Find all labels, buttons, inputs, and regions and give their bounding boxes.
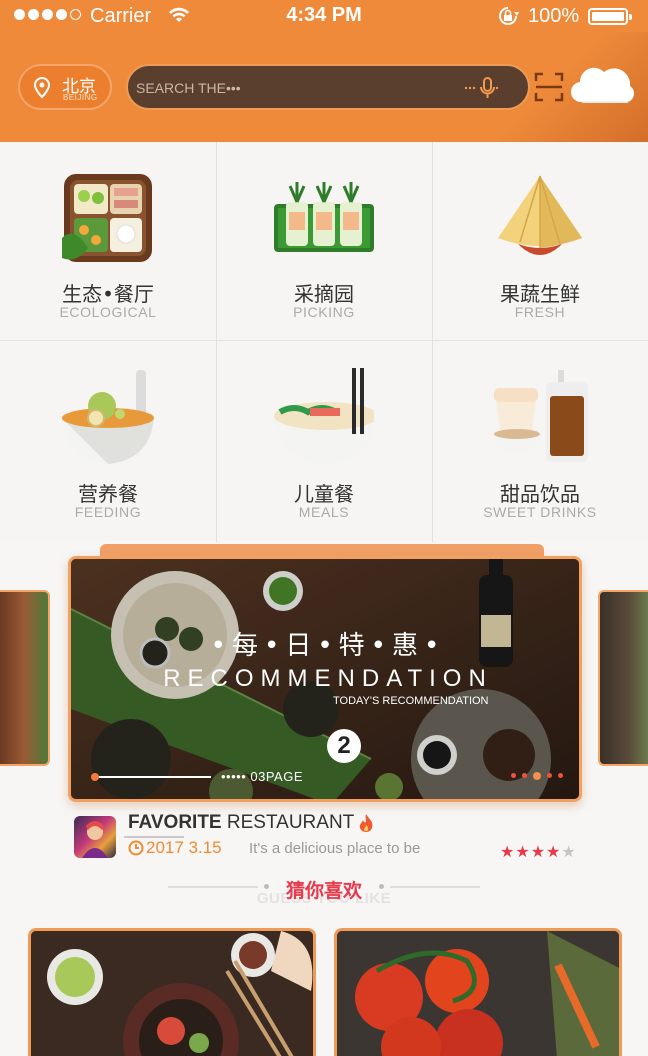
scan-icon[interactable] <box>534 72 564 102</box>
carousel-dots[interactable] <box>511 772 563 780</box>
battery-percent: 100% <box>528 5 580 27</box>
location-pin-icon <box>33 76 51 99</box>
recommendation-card[interactable] <box>334 928 622 1056</box>
daily-special-banner[interactable]: •每•日•特•惠• RECOMMENDATION TODAY'S RECOMME… <box>68 556 582 802</box>
category-ecological[interactable]: 生态•餐厅 ECOLOGICAL <box>0 142 216 342</box>
straw-hat-icon <box>498 175 582 255</box>
category-title-cn: 儿童餐 <box>294 482 354 506</box>
category-title-cn: 营养餐 <box>78 482 138 506</box>
drinks-icon <box>494 370 588 462</box>
city-selector-button[interactable]: 北京 BEIJING <box>18 64 112 110</box>
banner-subtitle: TODAY'S RECOMMENDATION <box>333 695 489 707</box>
vegetable-planter-icon <box>274 182 374 252</box>
banner-number-badge: 2 <box>327 729 361 763</box>
category-title-en: FRESH <box>514 304 566 320</box>
search-input[interactable] <box>136 76 436 100</box>
category-title-en: ECOLOGICAL <box>59 304 157 320</box>
clock-icon <box>128 840 144 856</box>
category-title-cn: 生态•餐厅 <box>62 282 154 306</box>
banner-progress-bar <box>91 773 211 781</box>
category-meals[interactable]: 儿童餐 MEALS <box>216 342 432 542</box>
app-header: 北京 BEIJING <box>0 32 648 142</box>
restaurant-description: It's a delicious place to be <box>249 840 421 857</box>
microphone-icon[interactable] <box>464 76 500 100</box>
restaurant-date: 2017 3.15 <box>146 838 222 857</box>
rating-stars: ★★★★★ <box>500 844 577 861</box>
card-food-image <box>337 931 619 1056</box>
category-feeding[interactable]: 营养餐 FEEDING <box>0 342 216 542</box>
category-sweet-drinks[interactable]: 甜品饮品 SWEET DRINKS <box>432 342 648 542</box>
status-bar: Carrier 4:34 PM 100% <box>0 0 648 32</box>
carousel-next-card[interactable] <box>598 590 648 766</box>
banner-page-indicator: ••••• 03PAGE <box>221 769 303 784</box>
recommendation-card[interactable] <box>28 928 316 1056</box>
bento-box-icon <box>62 174 152 262</box>
fire-icon <box>359 814 373 832</box>
restaurant-name: FAVORITE RESTAURANT <box>128 812 355 833</box>
category-title-cn: 甜品饮品 <box>500 482 580 506</box>
restaurant-avatar <box>74 816 116 858</box>
noodle-bowl-icon <box>274 368 374 464</box>
category-title-cn: 采摘园 <box>294 282 354 306</box>
carousel-prev-card[interactable] <box>0 590 50 766</box>
category-title-en: PICKING <box>293 304 355 320</box>
category-fresh[interactable]: 果蔬生鲜 FRESH <box>432 142 648 342</box>
featured-restaurant[interactable]: FAVORITE RESTAURANT 2017 3.15 It's a del… <box>0 808 648 868</box>
soup-bowl-icon <box>62 370 154 464</box>
city-name-en: BEIJING <box>63 93 98 102</box>
banner-title-cn: •每•日•特•惠• <box>210 631 446 661</box>
cloud-icon[interactable] <box>568 60 638 110</box>
search-bar[interactable] <box>126 64 530 110</box>
restaurant-avatar-image <box>82 821 108 858</box>
category-title-en: MEALS <box>298 504 350 520</box>
rotation-lock-icon <box>499 7 519 25</box>
card-food-image <box>31 931 313 1056</box>
battery-icon <box>588 8 632 25</box>
category-title-en: FEEDING <box>74 504 142 520</box>
category-grid: 生态•餐厅 ECOLOGICAL 采摘园 PICKING 果蔬生鲜 FRESH … <box>0 142 648 542</box>
category-picking[interactable]: 采摘园 PICKING <box>216 142 432 342</box>
section-title-cn: 猜你喜欢 <box>285 880 362 902</box>
category-title-en: SWEET DRINKS <box>483 504 597 520</box>
category-title-cn: 果蔬生鲜 <box>500 282 580 306</box>
banner-title-en: RECOMMENDATION <box>163 665 493 692</box>
guess-you-like-heading: GUESS YOU LIKE 猜你喜欢 <box>0 870 648 910</box>
